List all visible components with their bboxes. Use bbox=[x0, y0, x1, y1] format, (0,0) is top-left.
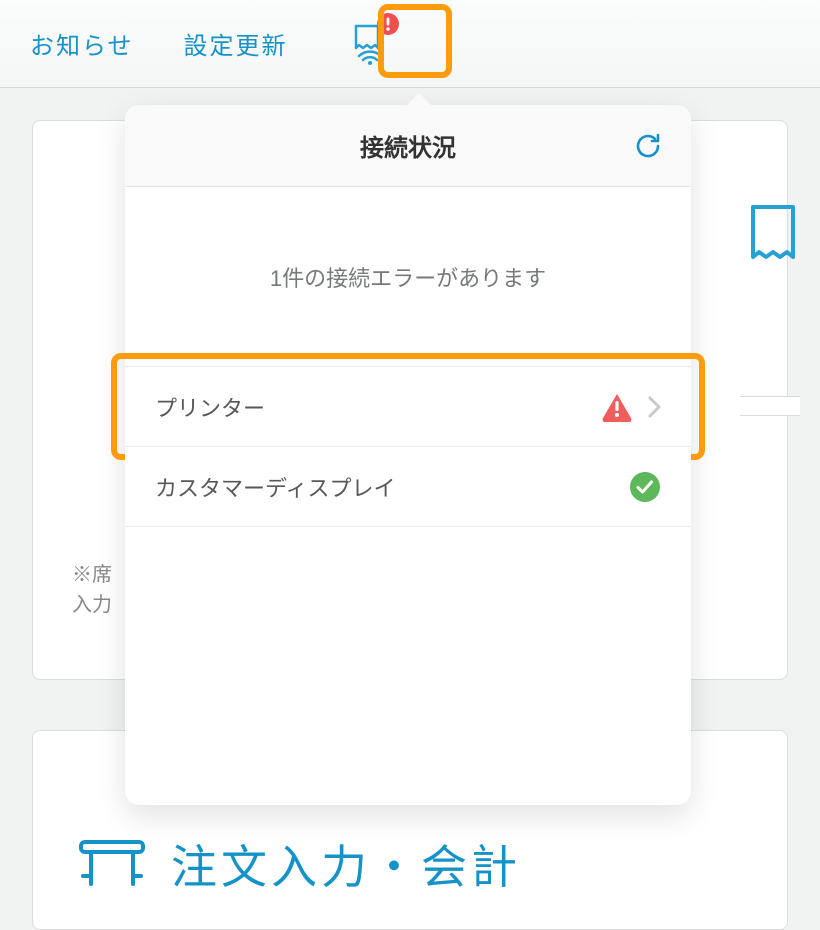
background-row-fragment bbox=[740, 396, 800, 416]
top-bar: お知らせ 設定更新 bbox=[0, 0, 820, 88]
popover-title: 接続状況 bbox=[360, 128, 456, 163]
background-note-text: ※席 入力 bbox=[72, 560, 112, 620]
refresh-button[interactable] bbox=[631, 129, 665, 163]
printer-row[interactable]: プリンター bbox=[125, 367, 691, 447]
refresh-icon bbox=[633, 131, 663, 161]
settings-update-link[interactable]: 設定更新 bbox=[184, 26, 288, 61]
customer-display-label: カスタマーディスプレイ bbox=[155, 471, 629, 503]
customer-display-row[interactable]: カスタマーディスプレイ bbox=[125, 447, 691, 527]
receipt-outline-icon bbox=[749, 203, 797, 263]
chevron-right-icon bbox=[647, 396, 661, 418]
table-icon bbox=[77, 836, 147, 892]
alert-badge-icon bbox=[376, 12, 400, 36]
order-entry-title: 注文入力・会計 bbox=[171, 831, 521, 897]
warning-triangle-icon bbox=[601, 392, 633, 422]
check-circle-icon bbox=[629, 471, 661, 503]
notice-link[interactable]: お知らせ bbox=[30, 26, 134, 61]
popover-header: 接続状況 bbox=[125, 105, 691, 187]
printer-label: プリンター bbox=[155, 391, 601, 423]
connection-status-popover: 接続状況 1件の接続エラーがあります プリンター bbox=[125, 105, 691, 805]
connection-status-button[interactable] bbox=[338, 12, 402, 76]
error-summary-text: 1件の接続エラーがあります bbox=[125, 187, 691, 367]
